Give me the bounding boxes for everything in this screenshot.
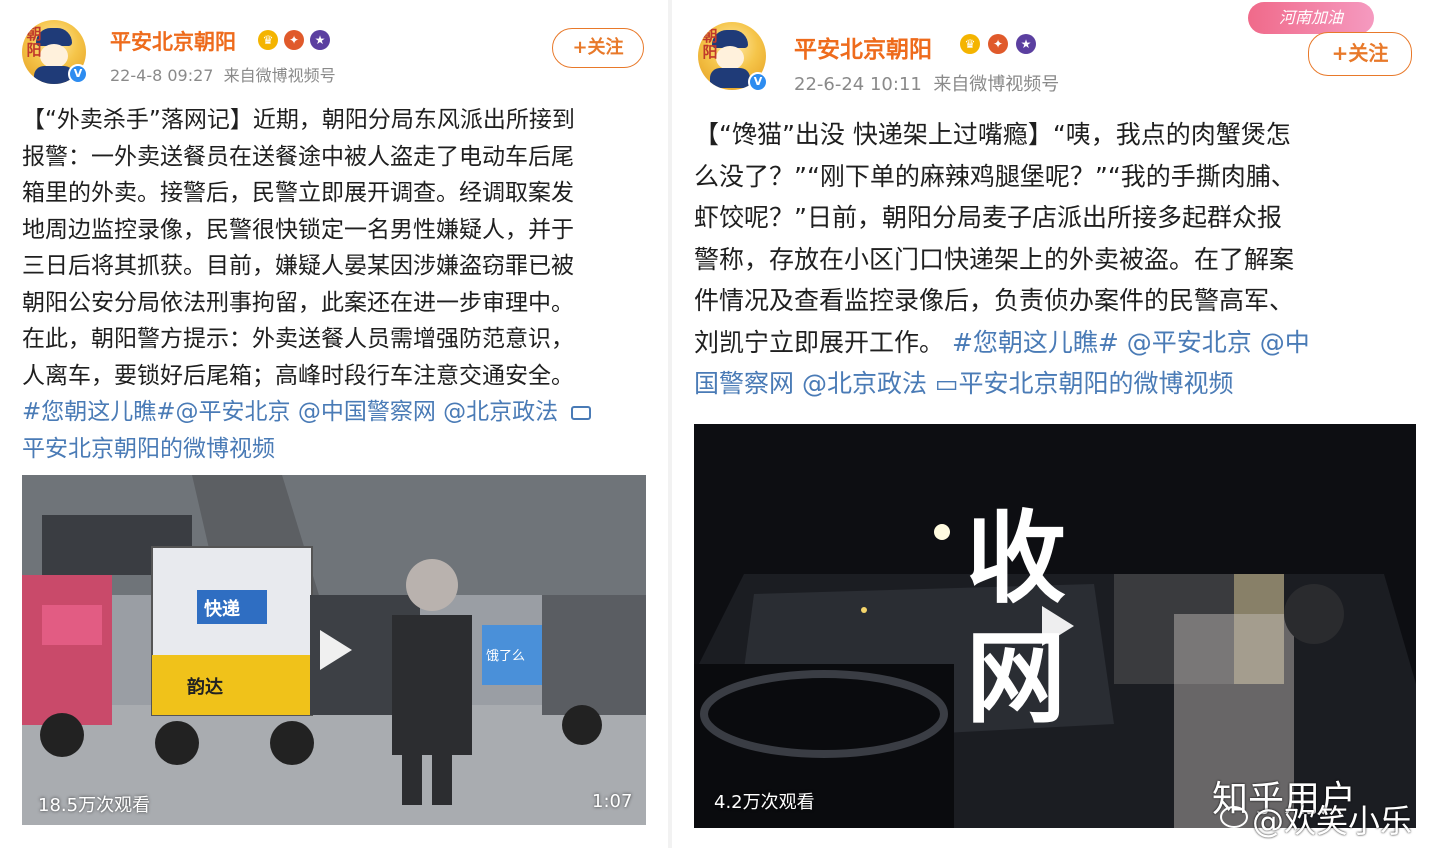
follow-button[interactable]: +关注 xyxy=(552,28,644,68)
text-line: 箱里的外卖。接警后，民警立即展开调查。经调取案发 xyxy=(22,180,574,206)
verified-icon: V xyxy=(68,64,88,84)
text-line: 在此，朝阳警方提示：外卖送餐人员需增强防范意识， xyxy=(22,326,574,352)
video-link[interactable]: 国警察网 @北京政法 ▭平安北京朝阳的微博视频 xyxy=(694,363,1424,405)
verified-icon: V xyxy=(748,72,768,92)
crown-icon: ♛ xyxy=(258,30,278,50)
post-time: 22-6-24 10:11 xyxy=(794,74,922,95)
play-icon[interactable] xyxy=(1042,606,1074,646)
view-count: 18.5万次观看 xyxy=(38,795,151,816)
weibo-post-right: 朝阳 V 平安北京朝阳 ♛ ✦ ★ 22-6-24 10:11 来自微博视频号 … xyxy=(672,0,1440,848)
post-source[interactable]: 来自微博视频号 xyxy=(933,74,1059,95)
author-name[interactable]: 平安北京朝阳 xyxy=(110,26,236,56)
post-time: 22-4-8 09:27 xyxy=(110,66,214,85)
text-line: 虾饺呢？”日前，朝阳分局麦子店派出所接多起群众报 xyxy=(694,203,1282,232)
weibo-logo-icon xyxy=(1220,806,1248,828)
post-meta: 22-4-8 09:27 来自微博视频号 xyxy=(110,62,336,86)
crown-icon: ♛ xyxy=(960,34,980,54)
text-line: 地周边监控录像，民警很快锁定一名男性嫌疑人，并于 xyxy=(22,216,574,243)
face-icon xyxy=(40,44,68,68)
sticker-henan: 河南加油 xyxy=(1248,2,1374,34)
face-icon xyxy=(716,46,744,70)
text-line: 朝阳公安分局依法刑事拘留，此案还在进一步审理中。 xyxy=(22,289,574,316)
text-line: 【“外卖杀手”落网记】近期，朝阳分局东风派出所接到 xyxy=(22,107,575,133)
post-text: 【“外卖杀手”落网记】近期，朝阳分局东风派出所接到 报警：一外卖送餐员在送餐途中… xyxy=(22,102,652,467)
text-line: 报警：一外卖送餐员在送餐途中被人盗走了电动车后尾 xyxy=(22,143,574,170)
box-label: 快递 xyxy=(204,599,240,620)
post-meta: 22-6-24 10:11 来自微博视频号 xyxy=(794,70,1059,96)
weibo-post-left: 朝阳 V 平安北京朝阳 ♛ ✦ ★ 22-4-8 09:27 来自微博视频号 +… xyxy=(0,0,668,848)
video-player[interactable]: 快递 韵达 饿了么 18.5万次观看 1:07 xyxy=(22,475,646,825)
author-name[interactable]: 平安北京朝阳 xyxy=(794,30,932,64)
text-line: 件情况及查看监控录像后，负责侦办案件的民警高军、 xyxy=(694,286,1295,315)
avatar-text: 朝阳 xyxy=(702,27,718,61)
medal-icon: ✦ xyxy=(284,30,304,50)
play-icon[interactable] xyxy=(320,630,352,670)
post-source[interactable]: 来自微博视频号 xyxy=(224,66,336,85)
video-link-icon xyxy=(571,405,592,420)
text-segment: 刘凯宁立即展开工作。 xyxy=(694,327,945,357)
video-duration: 1:07 xyxy=(592,791,633,812)
text-line: 么没了？”“刚下单的麻辣鸡腿堡呢？”“我的手撕肉脯、 xyxy=(694,161,1296,191)
text-line: 三日后将其抓获。目前，嫌疑人晏某因涉嫌盗窃罪已被 xyxy=(22,253,574,279)
follow-button[interactable]: +关注 xyxy=(1308,32,1412,76)
police-badge-icon: ★ xyxy=(310,30,330,50)
video-player[interactable]: 收网 4.2万次观看 xyxy=(694,424,1416,828)
brand-label: 韵达 xyxy=(187,677,223,698)
avatar-text: 朝阳 xyxy=(26,25,42,59)
medal-icon: ✦ xyxy=(988,34,1008,54)
video-link[interactable]: 平安北京朝阳的微博视频 xyxy=(22,431,652,468)
text-line: 【“馋猫”出没 快递架上过嘴瘾】“咦，我点的肉蟹煲怎 xyxy=(694,120,1291,149)
weibo-watermark: @欢笑小乐 xyxy=(1252,802,1413,840)
text-line: 人离车，要锁好后尾箱；高峰时段行车注意交通安全。 xyxy=(22,362,574,389)
post-text: 【“馋猫”出没 快递架上过嘴瘾】“咦，我点的肉蟹煲怎 么没了？”“刚下单的麻辣鸡… xyxy=(694,114,1424,405)
hashtag-mentions[interactable]: #您朝这儿瞧# @平安北京 @中 xyxy=(952,328,1310,357)
tags-line[interactable]: #您朝这儿瞧#@平安北京 @中国警察网 @北京政法 xyxy=(22,399,558,425)
hashtag-mentions[interactable]: #您朝这儿瞧#@平安北京 @中国警察网 @北京政法 xyxy=(22,394,652,431)
police-badge-icon: ★ xyxy=(1016,34,1036,54)
text-line: 刘凯宁立即展开工作。 #您朝这儿瞧# @平安北京 @中 xyxy=(694,322,1424,364)
sticker-text: 河南加油 xyxy=(1278,8,1343,27)
uniform-icon xyxy=(710,68,750,88)
view-count: 4.2万次观看 xyxy=(714,792,815,813)
bag-label: 饿了么 xyxy=(486,649,526,664)
text-line: 警称，存放在小区门口快递架上的外卖被盗。在了解案 xyxy=(694,244,1295,274)
